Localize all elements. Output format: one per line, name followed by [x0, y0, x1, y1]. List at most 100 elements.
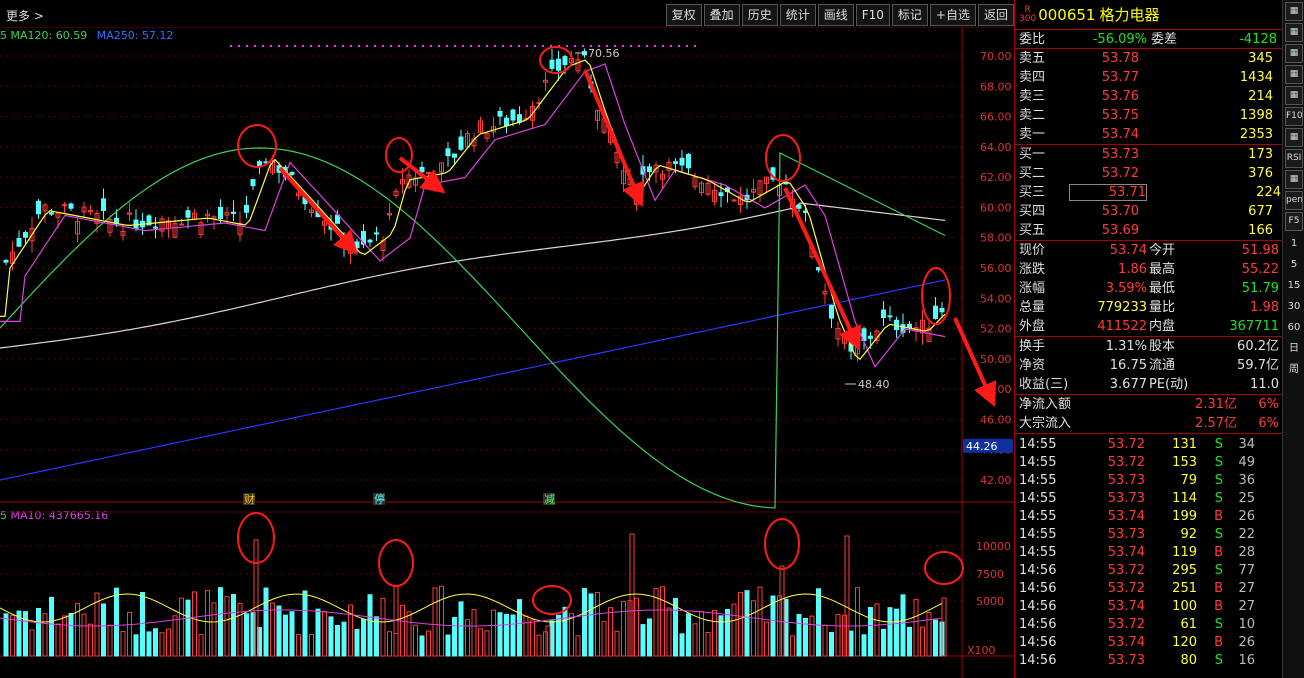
volume-bar [445, 634, 451, 657]
tick-price: 53.74 [1107, 509, 1145, 524]
sell-volume: 1398 [1239, 108, 1273, 123]
tools-icon[interactable]: ▦ [1285, 23, 1303, 42]
period-30[interactable]: 30 [1283, 296, 1304, 317]
vol-tick: 5000 [976, 595, 1004, 608]
kline-chart[interactable]: 70.00 68.00 66.00 64.00 62.00 60.00 58.00 56.00… [0, 28, 1014, 678]
menu-btn-7[interactable]: +自选 [929, 4, 976, 26]
cols-icon[interactable]: ▦ [1285, 44, 1303, 63]
sell-volume: 2353 [1239, 127, 1273, 142]
quote-row: 涨跌 1.86 最高 55.22 [1015, 260, 1282, 279]
quote-label-a: 总量 [1019, 300, 1046, 315]
RSI-icon[interactable]: RSI [1285, 149, 1303, 168]
high-label: 70.56 [588, 47, 620, 60]
period-5[interactable]: 5 [1283, 254, 1304, 275]
F10-icon[interactable]: F10 [1285, 107, 1303, 126]
volume-bar [660, 586, 665, 657]
move-icon[interactable]: ▦ [1285, 170, 1303, 189]
dot-marker [646, 45, 648, 47]
tick-count: 22 [1238, 527, 1255, 542]
volume-bar [374, 616, 379, 657]
tick-count: 77 [1238, 563, 1255, 578]
volume-bar [23, 611, 28, 657]
tick-price: 53.72 [1107, 617, 1145, 632]
dot-marker [686, 45, 688, 47]
candle-body [452, 153, 457, 158]
volume-bar [549, 620, 555, 657]
info-value-a: 16.75 [1109, 358, 1147, 373]
period-日[interactable]: 日 [1283, 338, 1304, 359]
grid-icon[interactable]: ▦ [1285, 65, 1303, 84]
menu-btn-4[interactable]: 画线 [817, 4, 854, 26]
dot-marker [462, 45, 464, 47]
menu-btn-0[interactable]: 复权 [665, 4, 702, 26]
tick-row: 14:56 53.73 80 S 16 [1015, 652, 1282, 670]
dot-marker [342, 45, 344, 47]
menu-btn-3[interactable]: 统计 [779, 4, 816, 26]
period-60[interactable]: 60 [1283, 317, 1304, 338]
zoom-icon[interactable]: ▦ [1285, 128, 1303, 147]
tick-side: S [1214, 563, 1223, 578]
price-tick: 54.00 [980, 292, 1012, 305]
dot-marker [358, 45, 360, 47]
volume-bar [224, 596, 230, 657]
volume-bar [452, 616, 457, 657]
candle-body [23, 232, 28, 238]
volume-bar [166, 628, 171, 657]
candle-body [62, 204, 67, 207]
dot-marker [534, 45, 536, 47]
tick-price: 53.72 [1107, 455, 1145, 470]
volume-bar [133, 634, 139, 657]
info-row: 净资 16.75 流通 59.7亿 [1015, 356, 1282, 375]
volume-bar [484, 630, 490, 657]
tick-row: 14:55 53.73 92 S 22 [1015, 526, 1282, 544]
weicha-label: 委差 [1151, 31, 1178, 47]
dot-marker [262, 45, 264, 47]
buy-row: 买一 53.73 173 [1015, 145, 1282, 164]
menu-btn-2[interactable]: 历史 [741, 4, 778, 26]
flag-icon[interactable]: ▦ [1285, 2, 1303, 21]
quote-panel: R 300 000651 格力电器 委比 -56.09% 委差 -4128 卖五 5… [1014, 0, 1282, 678]
list-icon[interactable]: ▦ [1285, 86, 1303, 105]
ma5-line [0, 59, 946, 361]
tick-price: 53.73 [1107, 473, 1145, 488]
more-menu[interactable]: 更多 > [6, 7, 44, 24]
menu-btn-6[interactable]: 标记 [891, 4, 928, 26]
price-tick: 66.00 [980, 111, 1012, 124]
volume-bar [686, 613, 691, 657]
candle-body [829, 304, 834, 319]
tick-volume: 199 [1172, 509, 1197, 524]
sell-label: 卖一 [1019, 127, 1046, 142]
F5-icon[interactable]: F5 [1285, 212, 1303, 231]
period-周[interactable]: 周 [1283, 359, 1304, 380]
volume-bar [68, 612, 74, 657]
volume-bar [770, 595, 776, 657]
volume-bar [926, 611, 932, 657]
pen-icon[interactable]: pen [1285, 191, 1303, 210]
candle-body [289, 171, 295, 175]
period-15[interactable]: 15 [1283, 275, 1304, 296]
period-1[interactable]: 1 [1283, 233, 1304, 254]
dot-marker [294, 45, 296, 47]
candle-body [374, 232, 379, 235]
buy-volume: 224 [1256, 185, 1281, 200]
sell-row: 卖三 53.76 214 [1015, 87, 1282, 106]
menu-btn-1[interactable]: 叠加 [703, 4, 740, 26]
menu-btn-8[interactable]: 返回 [977, 4, 1014, 26]
volume-bar [471, 609, 477, 657]
dot-marker [662, 45, 664, 47]
quote-value-a: 411522 [1097, 319, 1147, 334]
annotation-circle [237, 124, 277, 168]
tick-side: S [1214, 473, 1223, 488]
volume-bar [159, 632, 165, 657]
dot-marker [278, 45, 280, 47]
tick-list[interactable]: 14:55 53.72 131 S 34 14:55 53.72 153 S 49 14:55 53.… [1015, 434, 1282, 670]
candle-body [244, 204, 249, 213]
info-label-b: 流通 [1149, 358, 1176, 373]
volume-bar [614, 630, 620, 657]
menu-btn-5[interactable]: F10 [855, 4, 890, 26]
volume-bar [848, 630, 854, 657]
sell-price: 53.74 [1101, 127, 1139, 142]
tick-side: B [1214, 581, 1223, 596]
tick-volume: 120 [1172, 635, 1197, 650]
info-value-b: 60.2亿 [1237, 339, 1279, 354]
